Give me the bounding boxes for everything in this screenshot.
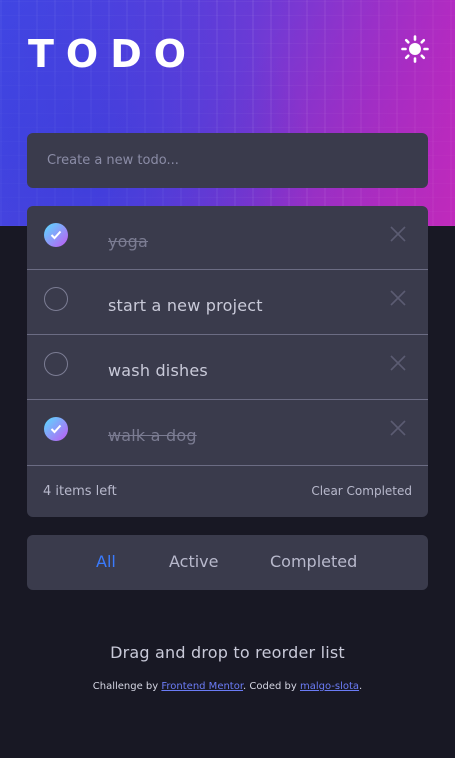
frontend-mentor-link[interactable]: Frontend Mentor xyxy=(161,681,243,692)
items-left-count: 4 items left xyxy=(43,484,117,499)
delete-button[interactable] xyxy=(390,226,406,242)
todo-text: start a new project xyxy=(108,296,263,315)
checkbox-unchecked[interactable] xyxy=(44,352,68,376)
filter-active[interactable]: Active xyxy=(169,552,219,571)
close-icon xyxy=(390,290,406,306)
todo-list: yoga start a new project wash dishes wal… xyxy=(27,206,428,517)
list-item[interactable]: yoga xyxy=(27,206,428,270)
list-footer: 4 items left Clear Completed xyxy=(27,466,428,517)
list-item[interactable]: start a new project xyxy=(27,270,428,335)
list-item[interactable]: wash dishes xyxy=(27,335,428,400)
attribution-prefix: Challenge by xyxy=(92,681,162,692)
new-todo-input[interactable] xyxy=(45,152,409,169)
delete-button[interactable] xyxy=(390,290,406,306)
close-icon xyxy=(390,226,406,242)
checkbox-unchecked[interactable] xyxy=(44,287,68,311)
delete-button[interactable] xyxy=(390,355,406,371)
filter-bar: All Active Completed xyxy=(27,535,428,590)
close-icon xyxy=(390,355,406,371)
theme-toggle-button[interactable] xyxy=(401,35,429,63)
check-icon xyxy=(50,424,62,434)
attribution: Challenge by Frontend Mentor. Coded by m… xyxy=(0,681,455,692)
list-item[interactable]: walk a dog xyxy=(27,400,428,466)
todo-text: walk a dog xyxy=(108,426,197,445)
checkbox-checked[interactable] xyxy=(44,223,68,247)
filter-all[interactable]: All xyxy=(96,552,116,571)
drag-drop-hint: Drag and drop to reorder list xyxy=(110,643,345,662)
todo-text: wash dishes xyxy=(108,361,208,380)
check-icon xyxy=(50,230,62,240)
todo-text: yoga xyxy=(108,232,149,251)
checkbox-checked[interactable] xyxy=(44,417,68,441)
author-link[interactable]: malgo-slota xyxy=(300,681,359,692)
close-icon xyxy=(390,420,406,436)
app-title: TODO xyxy=(28,32,199,76)
attribution-middle: . Coded by xyxy=(243,681,300,692)
sun-icon xyxy=(401,35,429,63)
clear-completed-button[interactable]: Clear Completed xyxy=(311,484,412,498)
delete-button[interactable] xyxy=(390,420,406,436)
new-todo-box[interactable] xyxy=(27,133,428,188)
attribution-suffix: . xyxy=(359,681,363,692)
filter-completed[interactable]: Completed xyxy=(270,552,357,571)
